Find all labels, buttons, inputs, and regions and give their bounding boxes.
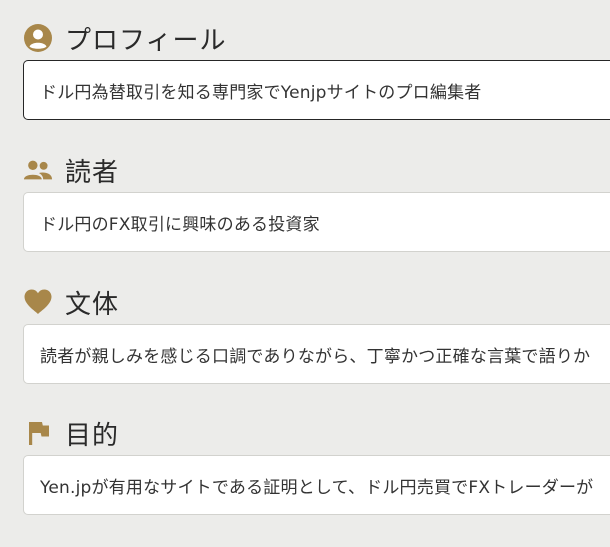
style-title: 文体 (65, 289, 120, 320)
profile-header: プロフィール (23, 18, 610, 58)
flag-icon (23, 418, 53, 448)
style-header: 文体 (23, 282, 610, 322)
purpose-title: 目的 (65, 420, 120, 451)
style-value: 読者が親しみを感じる口調でありながら、丁寧かつ正確な言葉で語りか (40, 346, 591, 367)
readers-value: ドル円のFX取引に興味のある投資家 (40, 214, 320, 235)
readers-title: 読者 (65, 157, 120, 188)
style-field[interactable]: 読者が親しみを感じる口調でありながら、丁寧かつ正確な言葉で語りか (23, 324, 610, 384)
profile-title: プロフィール (65, 25, 227, 56)
people-icon (23, 155, 53, 185)
purpose-header: 目的 (23, 413, 610, 453)
purpose-field[interactable]: Yen.jpが有用なサイトである証明として、ドル円売買でFXトレーダーが (23, 455, 610, 515)
readers-header: 読者 (23, 150, 610, 190)
readers-section: 読者 ドル円のFX取引に興味のある投資家 (23, 150, 610, 252)
profile-value: ドル円為替取引を知る専門家でYenjpサイトのプロ編集者 (40, 82, 482, 103)
account-circle-icon (23, 23, 53, 53)
profile-section: プロフィール ドル円為替取引を知る専門家でYenjpサイトのプロ編集者 (23, 18, 610, 120)
heart-icon (23, 287, 53, 317)
profile-field[interactable]: ドル円為替取引を知る専門家でYenjpサイトのプロ編集者 (23, 60, 610, 120)
readers-field[interactable]: ドル円のFX取引に興味のある投資家 (23, 192, 610, 252)
purpose-section: 目的 Yen.jpが有用なサイトである証明として、ドル円売買でFXトレーダーが (23, 413, 610, 515)
style-section: 文体 読者が親しみを感じる口調でありながら、丁寧かつ正確な言葉で語りか (23, 282, 610, 384)
purpose-value: Yen.jpが有用なサイトである証明として、ドル円売買でFXトレーダーが (40, 477, 594, 498)
